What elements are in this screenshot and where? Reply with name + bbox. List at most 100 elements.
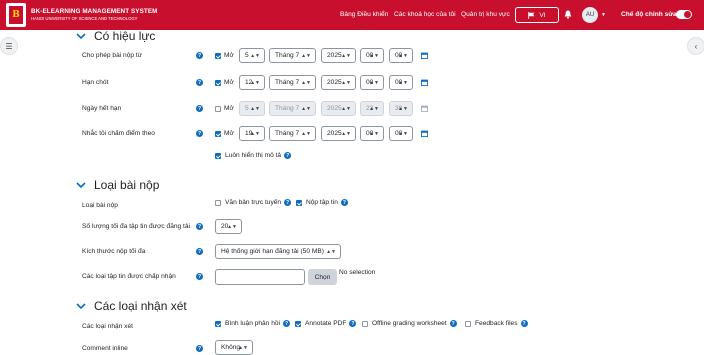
year-value: 2025 xyxy=(327,79,342,86)
minute-select[interactable]: 00 ▲▼ xyxy=(389,75,413,90)
select-arrow-icon: ▲▼ xyxy=(369,106,379,112)
select-arrow-icon: ▲▼ xyxy=(250,131,260,137)
offline-grading-worksheet-option[interactable]: Offline grading worksheet ? xyxy=(362,320,457,327)
year-select[interactable]: 2025 ▲▼ xyxy=(321,48,356,63)
site-brand[interactable]: BK-ELEARNING MANAGEMENT SYSTEM HANOI UNI… xyxy=(31,8,158,21)
feedback-comments-label: Bình luận phản hồi xyxy=(225,320,280,327)
select-arrow-icon: ▲▼ xyxy=(369,80,379,86)
max-files-select[interactable]: 20 ▲▼ xyxy=(215,219,242,234)
annotate-pdf-checkbox[interactable] xyxy=(295,320,301,327)
always-show-description-checkbox[interactable] xyxy=(215,152,221,159)
section-availability-header[interactable]: Có hiệu lực xyxy=(76,29,155,43)
help-icon[interactable]: ? xyxy=(283,320,290,327)
help-icon[interactable]: ? xyxy=(196,273,203,280)
select-arrow-icon: ▲▼ xyxy=(341,80,351,86)
submission-types-label: Loại bài nộp xyxy=(82,202,118,209)
nav-dashboard[interactable]: Bảng Điều khiển xyxy=(340,11,388,18)
due-date-enable-checkbox[interactable] xyxy=(215,80,221,86)
flag-icon xyxy=(528,11,535,19)
edit-mode-toggle[interactable] xyxy=(676,10,692,19)
help-icon[interactable]: ? xyxy=(449,320,457,327)
calendar-icon[interactable] xyxy=(421,79,428,86)
section-submission-types-header[interactable]: Loại bài nộp xyxy=(76,178,159,192)
chevron-down-icon xyxy=(76,302,86,309)
nav-site-admin[interactable]: Quản trị khu vực xyxy=(461,11,510,18)
comment-inline-label: Comment inline xyxy=(82,345,128,352)
year-value: 2025 xyxy=(327,105,342,112)
enable-label: Mở xyxy=(224,105,234,112)
year-select[interactable]: 2025 ▲▼ xyxy=(321,126,356,141)
select-arrow-icon: ▲▼ xyxy=(250,80,260,86)
annotate-pdf-option[interactable]: Annotate PDF ? xyxy=(295,320,357,327)
minute-select[interactable]: 00 ▲▼ xyxy=(389,126,413,141)
day-select[interactable]: 12 ▲▼ xyxy=(239,75,265,90)
year-select: 2025 ▲▼ xyxy=(321,101,356,116)
university-logo[interactable]: B xyxy=(6,3,26,27)
enable-label: Mở xyxy=(224,79,234,86)
help-icon[interactable]: ? xyxy=(284,199,292,206)
hour-select[interactable]: 00 ▲▼ xyxy=(360,75,384,90)
select-arrow-icon: ▲▼ xyxy=(341,53,351,59)
offline-grading-worksheet-checkbox[interactable] xyxy=(362,320,368,327)
day-select[interactable]: 19 ▲▼ xyxy=(239,126,265,141)
user-avatar[interactable]: AU xyxy=(582,7,598,23)
help-icon[interactable]: ? xyxy=(196,79,203,86)
calendar-icon[interactable] xyxy=(421,130,428,137)
due-date-label: Hạn chót xyxy=(82,79,109,86)
month-select[interactable]: Tháng 7 ▲▼ xyxy=(269,75,316,90)
choose-file-types-button[interactable]: Chọn xyxy=(308,269,337,285)
notification-bell-icon[interactable] xyxy=(564,10,572,19)
help-icon[interactable]: ? xyxy=(284,152,292,159)
month-select[interactable]: Tháng 7 ▲▼ xyxy=(269,126,316,141)
section-title: Có hiệu lực xyxy=(94,29,156,43)
day-select[interactable]: 5 ▲▼ xyxy=(239,48,265,63)
help-icon[interactable]: ? xyxy=(196,105,203,112)
month-select[interactable]: Tháng 7 ▲▼ xyxy=(269,48,316,63)
allow-submissions-from-enable-checkbox[interactable] xyxy=(215,53,221,59)
select-arrow-icon: ▲▼ xyxy=(227,224,237,230)
online-text-label: Văn bản trực tuyến xyxy=(225,199,282,206)
no-selection-text: No selection xyxy=(339,269,376,276)
select-arrow-icon: ▲▼ xyxy=(326,249,336,255)
comment-inline-select[interactable]: Không ▲▼ xyxy=(215,340,253,355)
calendar-icon[interactable] xyxy=(421,52,428,59)
feedback-files-option[interactable]: Feedback files ? xyxy=(465,320,528,327)
remind-grade-by-enable-checkbox[interactable] xyxy=(215,131,221,137)
user-menu-chevron-down-icon[interactable]: ▼ xyxy=(601,12,606,18)
block-drawer-chevron-left-icon[interactable]: ‹ xyxy=(687,37,704,55)
select-arrow-icon: ▲▼ xyxy=(398,53,408,59)
file-submissions-option[interactable]: Nộp tập tin ? xyxy=(296,199,348,206)
feedback-files-checkbox[interactable] xyxy=(465,320,471,327)
file-submissions-label: Nộp tập tin xyxy=(306,199,338,206)
language-menu-button[interactable]: VI xyxy=(515,7,559,23)
accepted-file-types-input[interactable] xyxy=(215,269,305,285)
month-value: Tháng 7 xyxy=(275,79,300,86)
hour-select[interactable]: 00 ▲▼ xyxy=(360,48,384,63)
feedback-comments-checkbox[interactable] xyxy=(215,320,221,327)
section-feedback-types-header[interactable]: Các loại nhận xét xyxy=(76,299,187,313)
enable-label: Mở xyxy=(224,52,234,59)
feedback-comments-option[interactable]: Bình luận phản hồi ? xyxy=(215,320,290,327)
annotate-pdf-label: Annotate PDF xyxy=(305,320,347,327)
help-icon[interactable]: ? xyxy=(196,130,203,137)
max-size-select[interactable]: Hệ thống giới hạn đăng tải (50 MB) ▲▼ xyxy=(215,244,341,259)
help-icon[interactable]: ? xyxy=(340,199,348,206)
help-icon[interactable]: ? xyxy=(196,223,203,230)
help-icon[interactable]: ? xyxy=(196,52,203,59)
hour-select[interactable]: 00 ▲▼ xyxy=(360,126,384,141)
cut-off-date-enable-checkbox[interactable] xyxy=(215,106,221,112)
help-icon[interactable]: ? xyxy=(349,320,357,327)
nav-my-courses[interactable]: Các khoá học của tôi xyxy=(394,11,456,18)
always-show-description-option[interactable]: Luôn hiển thị mô tả ? xyxy=(215,152,292,159)
online-text-checkbox[interactable] xyxy=(215,199,221,206)
help-icon[interactable]: ? xyxy=(520,320,528,327)
minute-select[interactable]: 00 ▲▼ xyxy=(389,48,413,63)
course-index-toggle-list-icon[interactable]: ☰ xyxy=(0,37,18,55)
max-size-value: Hệ thống giới hạn đăng tải (50 MB) xyxy=(221,248,324,255)
file-submissions-checkbox[interactable] xyxy=(296,199,302,206)
help-icon[interactable]: ? xyxy=(196,248,203,255)
help-icon[interactable]: ? xyxy=(196,345,203,352)
allow-submissions-from-label: Cho phép bài nộp từ xyxy=(82,52,143,59)
online-text-option[interactable]: Văn bản trực tuyến ? xyxy=(215,199,292,206)
year-select[interactable]: 2025 ▲▼ xyxy=(321,75,356,90)
